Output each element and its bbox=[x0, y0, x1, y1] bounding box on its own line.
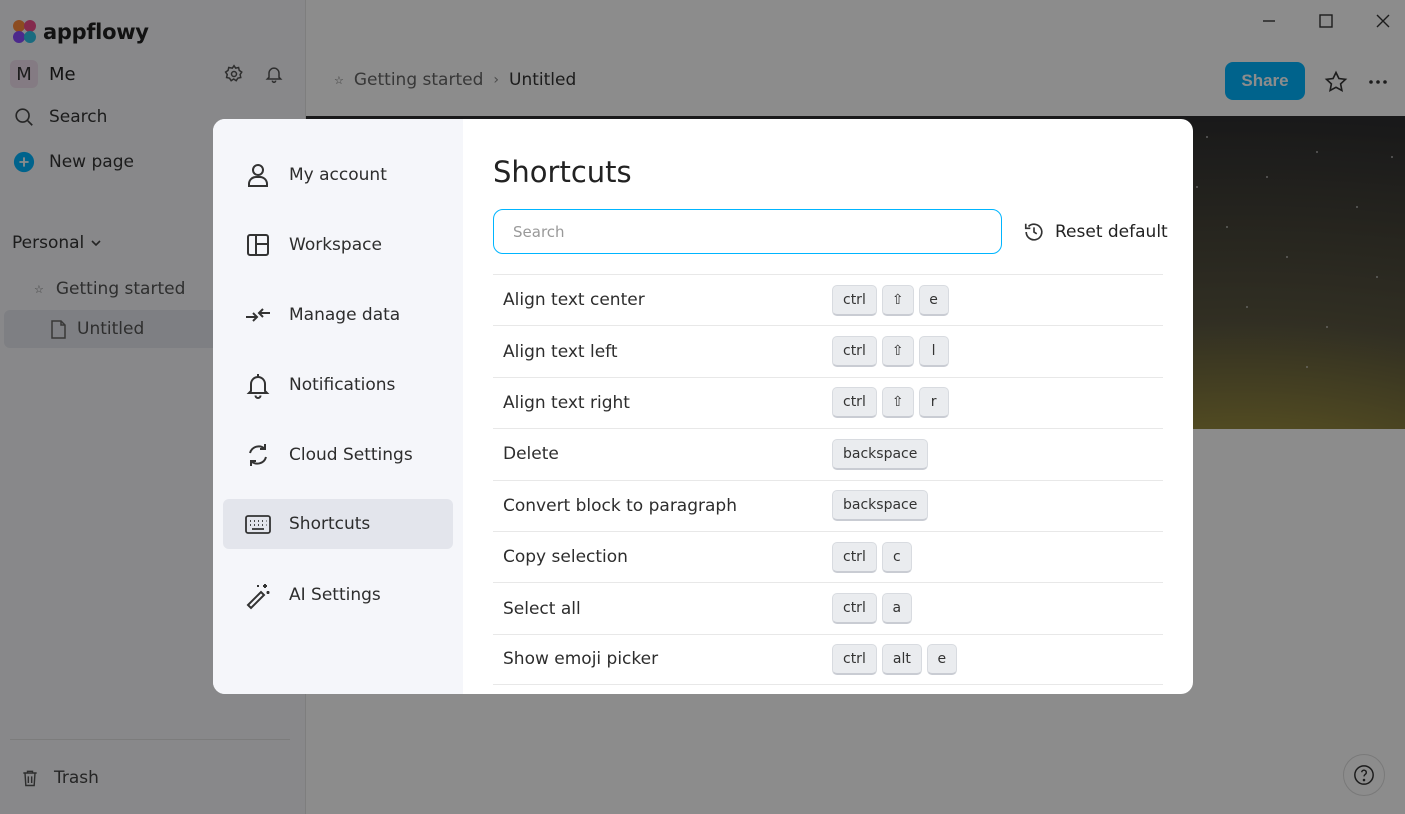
menu-item-manage-data[interactable]: Manage data bbox=[223, 290, 453, 340]
keyboard-icon bbox=[245, 515, 271, 534]
shortcut-label: Align text right bbox=[503, 392, 630, 413]
key-cap: ctrl bbox=[832, 387, 877, 419]
shortcuts-search-input[interactable] bbox=[493, 209, 1002, 254]
arrows-in-icon bbox=[246, 308, 270, 322]
key-cap: c bbox=[881, 541, 912, 573]
shortcut-keys[interactable]: ctrl ⇧ r bbox=[832, 387, 949, 419]
shortcut-row[interactable]: Delete backspace bbox=[493, 428, 1163, 479]
menu-item-label: Workspace bbox=[289, 235, 382, 255]
key-cap: ⇧ bbox=[881, 284, 914, 316]
shortcut-row[interactable]: Show emoji picker ctrl alt e bbox=[493, 633, 1163, 686]
menu-item-cloud-settings[interactable]: Cloud Settings bbox=[223, 430, 453, 480]
shortcut-label: Align text left bbox=[503, 341, 618, 362]
menu-item-notifications[interactable]: Notifications bbox=[223, 360, 453, 410]
key-cap: ctrl bbox=[832, 541, 877, 573]
bell-icon bbox=[246, 374, 270, 399]
shortcuts-panel: Shortcuts Reset default Align text cente… bbox=[493, 119, 1183, 694]
shortcut-label: Convert block to paragraph bbox=[503, 495, 737, 516]
shortcuts-list: Align text center ctrl ⇧ e Align text left ct… bbox=[493, 274, 1163, 686]
shortcut-keys[interactable]: backspace bbox=[832, 438, 929, 470]
shortcut-label: Copy selection bbox=[503, 547, 628, 568]
menu-item-label: Manage data bbox=[289, 305, 401, 325]
shortcut-keys[interactable]: ctrl a bbox=[832, 593, 912, 625]
key-cap: e bbox=[926, 643, 957, 675]
menu-item-label: Notifications bbox=[289, 375, 396, 395]
shortcut-row[interactable]: Align text left ctrl ⇧ l bbox=[493, 325, 1163, 376]
reset-default-button[interactable]: Reset default bbox=[1023, 221, 1168, 243]
key-cap: ⇧ bbox=[881, 387, 914, 419]
key-cap: ⇧ bbox=[881, 336, 914, 368]
key-cap: backspace bbox=[832, 438, 929, 470]
shortcut-label: Show emoji picker bbox=[503, 649, 659, 670]
shortcut-label: Align text center bbox=[503, 290, 645, 311]
menu-item-label: My account bbox=[289, 165, 387, 185]
person-icon bbox=[248, 164, 268, 187]
key-cap: r bbox=[918, 387, 949, 419]
shortcut-row[interactable]: Copy selection ctrl c bbox=[493, 530, 1163, 582]
settings-menu: My account Workspace Manage data Notific… bbox=[213, 119, 463, 694]
sync-icon bbox=[249, 444, 267, 466]
shortcut-row[interactable]: Convert block to paragraph backspace bbox=[493, 479, 1163, 531]
shortcut-row[interactable]: Select all ctrl a bbox=[493, 582, 1163, 633]
menu-item-label: Shortcuts bbox=[289, 514, 371, 534]
key-cap: e bbox=[918, 284, 949, 316]
menu-item-label: AI Settings bbox=[289, 585, 381, 605]
shortcut-row[interactable]: Align text center ctrl ⇧ e bbox=[493, 274, 1163, 325]
key-cap: ctrl bbox=[832, 336, 877, 368]
key-cap: backspace bbox=[832, 490, 929, 522]
key-cap: ctrl bbox=[832, 643, 877, 675]
key-cap: a bbox=[881, 593, 912, 625]
history-icon bbox=[1024, 223, 1043, 241]
menu-item-ai-settings[interactable]: AI Settings bbox=[223, 570, 453, 620]
shortcut-keys[interactable]: ctrl ⇧ e bbox=[832, 284, 949, 316]
shortcut-label: Delete bbox=[503, 444, 559, 465]
menu-item-my-account[interactable]: My account bbox=[223, 150, 453, 200]
magic-wand-icon bbox=[246, 584, 270, 610]
key-cap: alt bbox=[881, 643, 922, 675]
key-cap: l bbox=[918, 336, 949, 368]
menu-item-workspace[interactable]: Workspace bbox=[223, 220, 453, 270]
settings-dialog: My account Workspace Manage data Notific… bbox=[213, 119, 1193, 694]
shortcut-keys[interactable]: backspace bbox=[832, 490, 929, 522]
key-cap: ctrl bbox=[832, 284, 877, 316]
menu-item-label: Cloud Settings bbox=[289, 445, 413, 465]
shortcut-keys[interactable]: ctrl c bbox=[832, 541, 912, 573]
key-cap: ctrl bbox=[832, 593, 877, 625]
shortcut-row[interactable]: Align text right ctrl ⇧ r bbox=[493, 376, 1163, 428]
shortcut-keys[interactable]: ctrl ⇧ l bbox=[832, 336, 949, 368]
menu-item-shortcuts[interactable]: Shortcuts bbox=[223, 499, 453, 549]
layout-icon bbox=[247, 234, 269, 256]
panel-title: Shortcuts bbox=[493, 155, 632, 189]
shortcut-keys[interactable]: ctrl alt e bbox=[832, 643, 957, 675]
reset-default-label: Reset default bbox=[1055, 222, 1168, 242]
shortcut-label: Select all bbox=[503, 598, 581, 619]
